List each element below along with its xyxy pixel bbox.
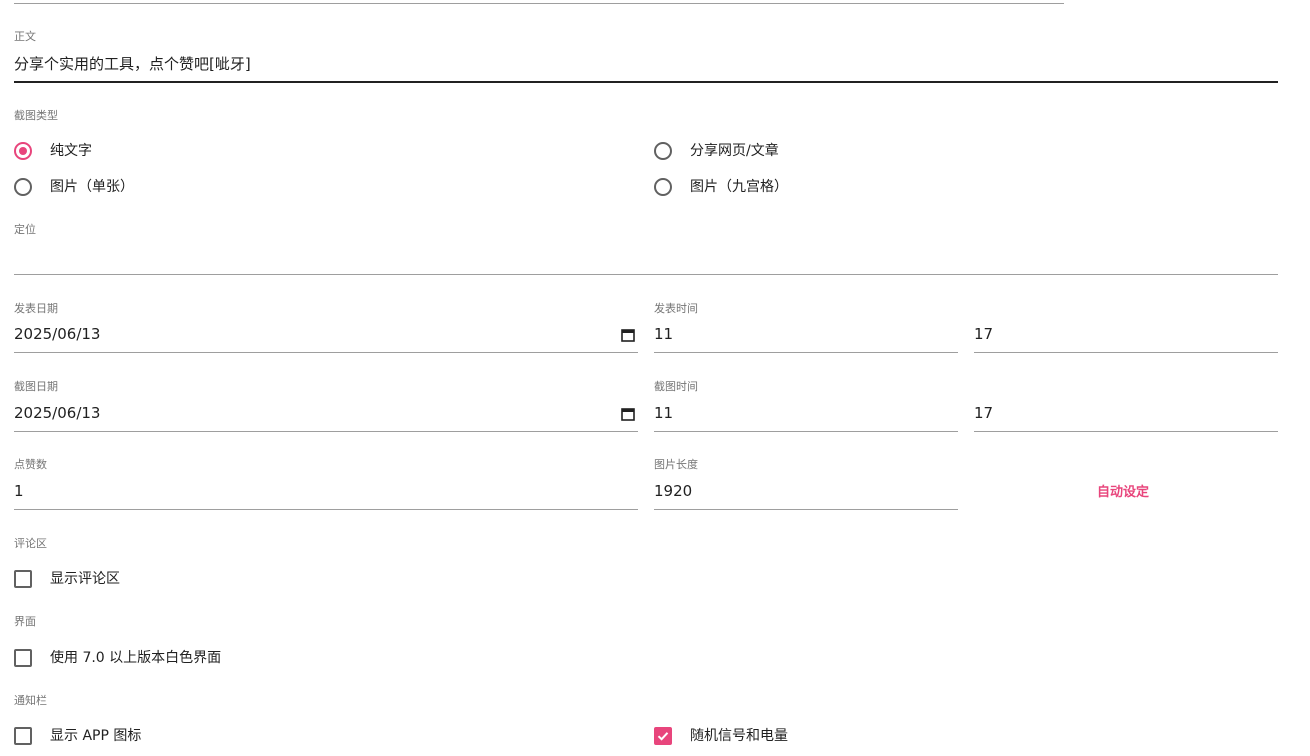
capture-time-label: 截图时间 [654, 380, 698, 393]
show-app-icon-label[interactable]: 显示 APP 图标 [50, 727, 141, 745]
capture-hour-underline [654, 431, 958, 432]
publish-date-input[interactable]: 2025/06/13 [14, 324, 100, 344]
image-length-input[interactable]: 1920 [654, 481, 692, 501]
white-ui-label[interactable]: 使用 7.0 以上版本白色界面 [50, 649, 221, 667]
calendar-icon[interactable] [621, 328, 635, 342]
radio-single-image-label[interactable]: 图片（单张） [50, 178, 134, 196]
capture-minute-input[interactable]: 17 [974, 403, 993, 423]
radio-selected-dot [19, 147, 27, 155]
screenshot-type-label: 截图类型 [14, 109, 58, 122]
radio-text-only[interactable] [14, 142, 32, 160]
interface-label: 界面 [14, 615, 36, 628]
publish-hour-input[interactable]: 11 [654, 324, 673, 344]
notification-label: 通知栏 [14, 694, 47, 707]
body-input-underline [14, 81, 1278, 83]
capture-date-label: 截图日期 [14, 380, 58, 393]
body-input[interactable]: 分享个实用的工具，点个赞吧[呲牙] [14, 54, 251, 74]
publish-minute-input[interactable]: 17 [974, 324, 993, 344]
capture-minute-underline [974, 431, 1278, 432]
show-comments-label[interactable]: 显示评论区 [50, 570, 120, 588]
auto-set-button[interactable]: 自动设定 [1097, 484, 1149, 502]
publish-time-label: 发表时间 [654, 302, 698, 315]
radio-single-image[interactable] [14, 178, 32, 196]
random-signal-label[interactable]: 随机信号和电量 [690, 727, 788, 745]
publish-date-underline [14, 352, 638, 353]
capture-date-underline [14, 431, 638, 432]
likes-underline [14, 509, 638, 510]
radio-text-only-label[interactable]: 纯文字 [50, 142, 92, 160]
likes-input[interactable]: 1 [14, 481, 24, 501]
show-app-icon-checkbox[interactable] [14, 727, 32, 745]
capture-date-input[interactable]: 2025/06/13 [14, 403, 100, 423]
checkmark-icon [657, 732, 669, 741]
radio-nine-grid-label[interactable]: 图片（九宫格） [690, 178, 788, 196]
capture-hour-input[interactable]: 11 [654, 403, 673, 423]
show-comments-checkbox[interactable] [14, 570, 32, 588]
radio-share-webpage-label[interactable]: 分享网页/文章 [690, 142, 779, 160]
image-length-label: 图片长度 [654, 458, 698, 471]
radio-nine-grid[interactable] [654, 178, 672, 196]
location-label: 定位 [14, 223, 36, 236]
publish-minute-underline [974, 352, 1278, 353]
publish-date-label: 发表日期 [14, 302, 58, 315]
body-label: 正文 [14, 30, 36, 43]
white-ui-checkbox[interactable] [14, 649, 32, 667]
likes-label: 点赞数 [14, 458, 47, 471]
top-divider [14, 3, 1064, 4]
random-signal-checkbox[interactable] [654, 727, 672, 745]
location-underline [14, 274, 1278, 275]
radio-share-webpage[interactable] [654, 142, 672, 160]
comments-label: 评论区 [14, 537, 47, 550]
image-length-underline [654, 509, 958, 510]
calendar-icon[interactable] [621, 407, 635, 421]
location-input[interactable] [14, 248, 1278, 270]
publish-hour-underline [654, 352, 958, 353]
